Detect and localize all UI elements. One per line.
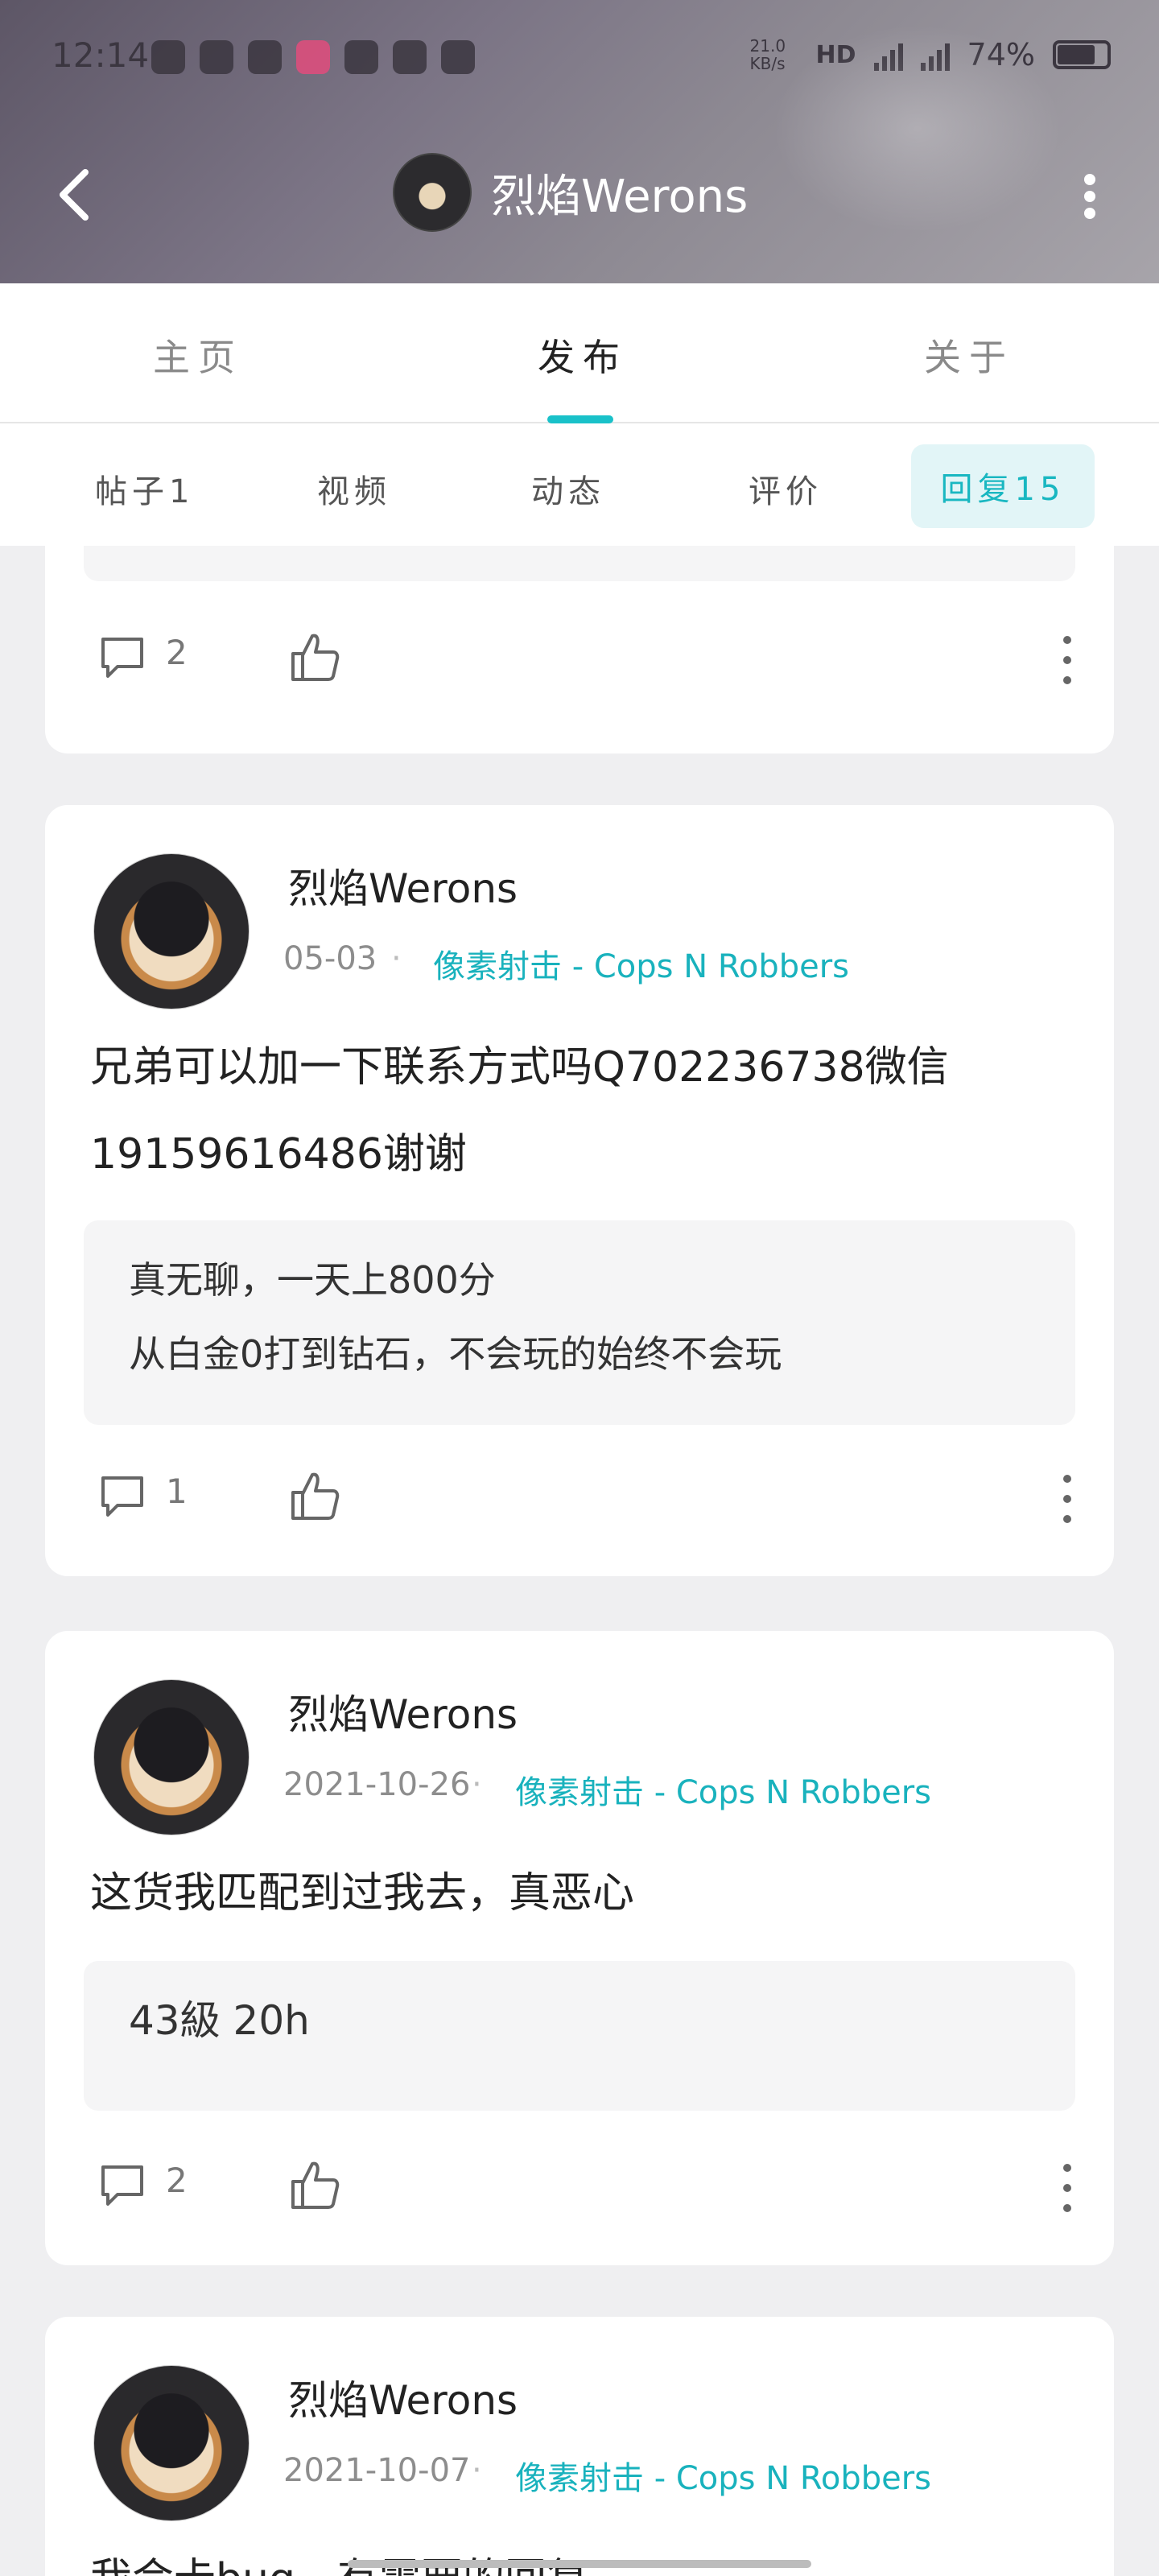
- author-avatar[interactable]: [93, 1679, 250, 1835]
- game-link[interactable]: 像素射击 - Cops N Robbers: [515, 2452, 931, 2499]
- browser-icon: [344, 40, 378, 74]
- card-actions: 2: [97, 625, 1071, 689]
- meta-separator: ·: [472, 1766, 482, 1803]
- comment-count: 1: [166, 1472, 188, 1511]
- game-link[interactable]: 像素射击 - Cops N Robbers: [433, 940, 849, 987]
- weibo-icon: [200, 40, 233, 74]
- subtab-videos[interactable]: 视频: [317, 465, 391, 512]
- like-icon[interactable]: [287, 628, 344, 686]
- profile-header: 12:14 21.0 KB/s HD 74% 烈焰Werons: [0, 0, 1159, 283]
- card-more-icon[interactable]: [1059, 636, 1075, 684]
- reply-card[interactable]: 烈焰Werons 2021-10-26 · 像素射击 - Cops N Robb…: [45, 1631, 1114, 2265]
- tab-about[interactable]: 关于: [924, 328, 1014, 382]
- post-text[interactable]: 兄弟可以加一下联系方式吗Q702236738微信 19159616486谢谢: [90, 1024, 1088, 1198]
- comment-count: 2: [166, 2161, 188, 2200]
- alipay-icon: [393, 40, 427, 74]
- hd-icon: HD: [815, 40, 856, 69]
- post-text-line: 19159616486谢谢: [90, 1130, 467, 1179]
- reply-card[interactable]: 烈焰Werons 2021-10-07 · 像素射击 - Cops N Robb…: [45, 2317, 1114, 2576]
- home-indicator[interactable]: [348, 2560, 811, 2568]
- quote-box[interactable]: 43級 20h: [84, 1961, 1075, 2111]
- author-name[interactable]: 烈焰Werons: [288, 2368, 518, 2426]
- author-name[interactable]: 烈焰Werons: [288, 857, 518, 914]
- status-right: 21.0 KB/s HD 74%: [750, 37, 1111, 72]
- post-date: 2021-10-26: [283, 1766, 471, 1803]
- quote-box[interactable]: 真无聊，一天上800分 从白金0打到钻石，不会玩的始终不会玩: [84, 1220, 1075, 1425]
- more-options-icon[interactable]: [1066, 164, 1114, 229]
- main-tabs: 主页 发布 关于: [0, 283, 1159, 423]
- status-time: 12:14: [52, 35, 150, 75]
- game-link[interactable]: 像素射击 - Cops N Robbers: [515, 1766, 931, 1813]
- page-title: 烈焰Werons: [491, 170, 749, 223]
- tab-publish[interactable]: 发布: [538, 328, 628, 382]
- post-date: 05-03: [283, 940, 377, 977]
- comment-icon[interactable]: [97, 2159, 148, 2211]
- comment-count: 2: [166, 633, 188, 672]
- bilibili-icon: [296, 40, 330, 74]
- qq-icon: [151, 40, 185, 74]
- post-text[interactable]: 我会卡bug，有需要的回复: [90, 2536, 1088, 2576]
- meta-separator: ·: [472, 2452, 482, 2489]
- signal-icon-2: [920, 39, 950, 71]
- post-text[interactable]: 这货我匹配到过我去，真恶心: [90, 1850, 1088, 1937]
- signal-icon-1: [873, 39, 903, 71]
- author-name[interactable]: 烈焰Werons: [288, 1682, 518, 1740]
- card-actions: 1: [97, 1463, 1071, 1528]
- comment-icon[interactable]: [97, 1470, 148, 1521]
- game-icon: [441, 40, 475, 74]
- net-speed: 21.0 KB/s: [749, 36, 786, 73]
- card-more-icon[interactable]: [1059, 2164, 1075, 2212]
- post-date: 2021-10-07: [283, 2452, 471, 2489]
- subtab-posts[interactable]: 帖子1: [95, 465, 194, 512]
- post-text-line: 兄弟可以加一下联系方式吗Q702236738微信: [90, 1043, 949, 1092]
- subtab-moments[interactable]: 动态: [531, 465, 605, 512]
- card-actions: 2: [97, 2153, 1071, 2217]
- meta-separator: ·: [391, 940, 402, 977]
- card-more-icon[interactable]: [1059, 1475, 1075, 1523]
- comment-icon[interactable]: [97, 631, 148, 683]
- battery-icon: [1053, 40, 1111, 69]
- status-bar: 12:14 21.0 KB/s HD 74%: [0, 29, 1159, 85]
- avatar[interactable]: [393, 153, 472, 232]
- tab-home[interactable]: 主页: [153, 328, 243, 382]
- author-avatar[interactable]: [93, 853, 250, 1009]
- back-icon[interactable]: [45, 163, 109, 227]
- reply-card[interactable]: 烈焰Werons 05-03 · 像素射击 - Cops N Robbers 兄…: [45, 805, 1114, 1576]
- battery-percent: 74%: [967, 37, 1035, 72]
- nav-row: 烈焰Werons: [0, 145, 1159, 242]
- quote-line: 真无聊，一天上800分: [129, 1258, 496, 1302]
- quote-box: [84, 546, 1075, 581]
- subtab-reviews[interactable]: 评价: [749, 465, 823, 512]
- notification-icons: [151, 40, 475, 74]
- like-icon[interactable]: [287, 1467, 344, 1525]
- reply-card[interactable]: 2: [45, 546, 1114, 753]
- sub-tabs: 帖子1 视频 动态 评价 回复15: [0, 423, 1159, 546]
- taptap-icon: [248, 40, 282, 74]
- like-icon[interactable]: [287, 2156, 344, 2214]
- quote-text: 43級 20h: [129, 1997, 310, 2044]
- reply-feed: 2 烈焰Werons 05-03 · 像素射击 - Cops N Robbers…: [0, 546, 1159, 2576]
- header-title-group: 烈焰Werons: [393, 153, 748, 232]
- tab-indicator: [547, 415, 613, 423]
- subtab-replies[interactable]: 回复15: [911, 444, 1095, 528]
- author-avatar[interactable]: [93, 2365, 250, 2521]
- quote-text: 真无聊，一天上800分 从白金0打到钻石，不会玩的始终不会玩: [129, 1243, 782, 1391]
- quote-line: 从白金0打到钻石，不会玩的始终不会玩: [129, 1332, 782, 1376]
